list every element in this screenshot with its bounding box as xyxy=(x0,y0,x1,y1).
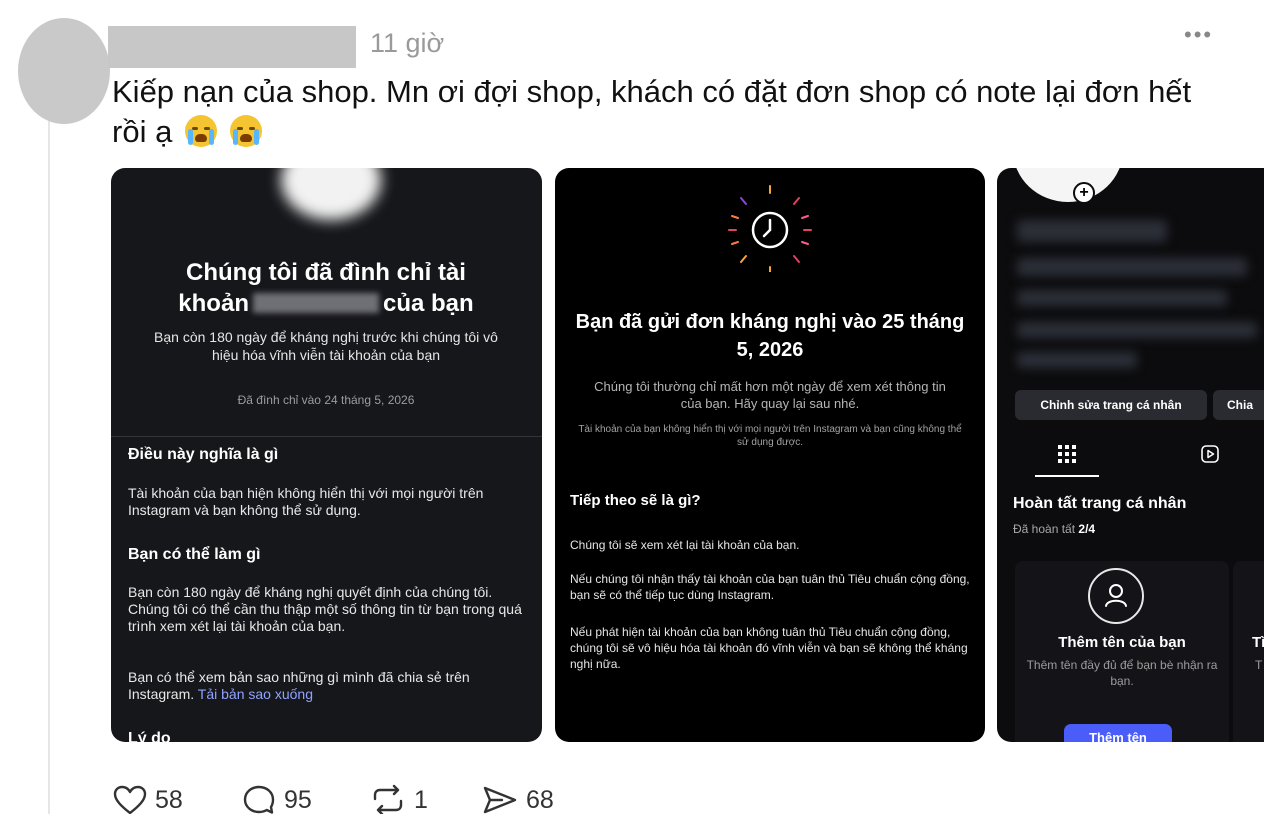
blurred-profile-info xyxy=(1017,352,1137,368)
post-image-appeal[interactable]: Bạn đã gửi đơn kháng nghị vào 25 tháng 5… xyxy=(555,168,985,742)
paragraph-download: Bạn có thể xem bản sao những gì mình đã … xyxy=(128,669,470,702)
heading-whats-next: Tiếp theo sẽ là gì? xyxy=(570,492,701,509)
blurred-profile-photo xyxy=(281,168,381,220)
download-copy-link[interactable]: Tải bản sao xuống xyxy=(198,686,313,702)
appeal-subtitle: Chúng tôi thường chỉ mất hơn một ngày để… xyxy=(594,379,946,411)
blurred-profile-info xyxy=(1017,290,1227,306)
appeal-note: Tài khoản của bạn không hiển thị với mọi… xyxy=(578,424,962,448)
next-task-card xyxy=(1233,561,1264,742)
heading-what-you-can-do: Bạn có thể làm gì xyxy=(128,546,261,563)
paragraph-meaning: Tài khoản của bạn hiện không hiển thị vớ… xyxy=(128,485,484,518)
add-name-title: Thêm tên của bạn xyxy=(1058,634,1186,651)
post-image-profile[interactable]: + Chỉnh sửa trang cá nhân Chia Hoàn tất … xyxy=(997,168,1264,742)
caption-text: Kiếp nạn của shop. Mn ơi đợi shop, khách… xyxy=(112,74,1192,149)
divider xyxy=(111,436,542,437)
repost-count: 1 xyxy=(414,785,428,814)
send-icon xyxy=(483,786,517,814)
clock-icon xyxy=(724,180,816,275)
edit-profile-button[interactable]: Chỉnh sửa trang cá nhân xyxy=(1015,390,1207,420)
post-time: 11 giờ xyxy=(370,28,445,58)
suspension-subtitle: Bạn còn 180 ngày để kháng nghị trước khi… xyxy=(154,329,498,363)
add-name-button[interactable]: Thêm tên xyxy=(1064,724,1172,742)
blurred-profile-info xyxy=(1017,258,1247,276)
suspension-title: Chúng tôi đã đình chỉ tài khoản của bạn xyxy=(178,259,474,317)
appeal-title: Bạn đã gửi đơn kháng nghị vào 25 tháng 5… xyxy=(575,311,965,361)
comment-icon xyxy=(243,785,275,814)
comment-count: 95 xyxy=(284,785,312,814)
reels-icon[interactable] xyxy=(1201,445,1219,463)
complete-profile-title: Hoàn tất trang cá nhân xyxy=(1013,495,1187,512)
blurred-username xyxy=(252,293,379,313)
comment-button[interactable]: 95 xyxy=(242,784,312,814)
loudly-crying-face-emoji xyxy=(184,115,217,147)
user-icon xyxy=(1088,568,1144,624)
paragraph-not-compliant: Nếu phát hiện tài khoản của bạn không tu… xyxy=(570,625,968,671)
repost-icon xyxy=(373,784,403,814)
grid-icon[interactable] xyxy=(1058,445,1076,463)
like-button[interactable]: 58 xyxy=(113,784,183,814)
profile-avatar xyxy=(1013,168,1123,202)
paragraph-compliant: Nếu chúng tôi nhận thấy tài khoản của bạ… xyxy=(570,572,970,602)
blurred-profile-info xyxy=(1017,322,1257,338)
add-name-description: Thêm tên đầy đủ để bạn bè nhận ra bạn. xyxy=(1026,658,1218,688)
more-options-icon[interactable]: ••• xyxy=(1184,22,1213,48)
paragraph-review: Chúng tôi sẽ xem xét lại tài khoản của b… xyxy=(570,538,800,552)
next-task-description: T xyxy=(1255,658,1263,672)
blurred-profile-info xyxy=(1017,220,1167,242)
add-story-plus-icon: + xyxy=(1073,182,1095,204)
paragraph-appeal: Bạn còn 180 ngày để kháng nghị quyết địn… xyxy=(128,584,522,634)
share-profile-button[interactable]: Chia xyxy=(1213,390,1264,420)
post-caption: Kiếp nạn của shop. Mn ơi đợi shop, khách… xyxy=(112,72,1212,152)
thread-line xyxy=(48,120,50,814)
share-count: 68 xyxy=(526,785,554,814)
post-image-suspended[interactable]: Chúng tôi đã đình chỉ tài khoản của bạn B… xyxy=(111,168,542,742)
repost-button[interactable]: 1 xyxy=(370,784,428,814)
active-tab-indicator xyxy=(1035,475,1099,477)
avatar[interactable] xyxy=(18,18,110,124)
completion-progress: Đã hoàn tất 2/4 xyxy=(1013,522,1096,536)
like-count: 58 xyxy=(155,785,183,814)
heading-reason: Lý do xyxy=(128,730,171,742)
heading-meaning: Điều này nghĩa là gì xyxy=(128,446,279,463)
heart-icon xyxy=(113,785,147,814)
share-button[interactable]: 68 xyxy=(482,784,554,814)
loudly-crying-face-emoji xyxy=(229,115,262,147)
suspension-date: Đã đình chỉ vào 24 tháng 5, 2026 xyxy=(237,393,415,407)
username-redacted[interactable] xyxy=(108,26,356,68)
next-task-title: Tì xyxy=(1252,634,1264,651)
